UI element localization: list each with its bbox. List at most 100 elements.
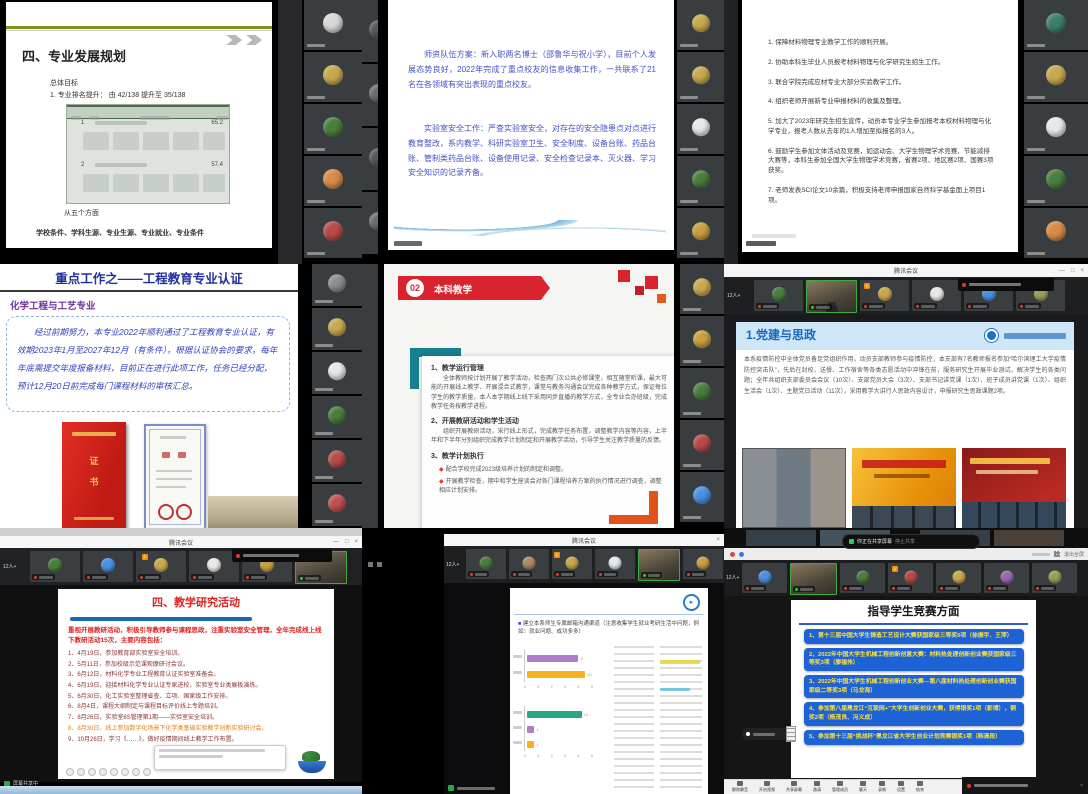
participants-badge[interactable]: 12人+ — [727, 292, 740, 299]
video-thumbnail[interactable] — [742, 563, 787, 593]
stop-share-button[interactable]: 停止共享 — [895, 538, 915, 545]
close-button[interactable]: × — [354, 539, 358, 545]
participant-tile[interactable] — [312, 264, 362, 306]
popup-close-icon[interactable]: × — [1080, 783, 1083, 789]
toolbar-button[interactable]: 聊天 — [859, 781, 867, 793]
summary-item: 4. 组织老师开展新专业申报材料的收集及整理。 — [768, 97, 994, 107]
annotation-tool[interactable] — [66, 768, 74, 776]
taskbar[interactable] — [0, 786, 362, 794]
toolbar-button[interactable]: 解除静音 — [732, 781, 748, 793]
link-tooltip[interactable] — [154, 745, 286, 770]
toolbar-button[interactable]: 管理成员 — [832, 781, 848, 793]
video-thumbnail[interactable] — [840, 563, 885, 593]
participant-tile[interactable] — [677, 156, 724, 206]
annotation-tool[interactable] — [143, 768, 151, 776]
video-thumbnail[interactable] — [683, 549, 723, 579]
participant-tile[interactable] — [680, 316, 724, 366]
notification-popup[interactable]: × — [962, 777, 1088, 794]
annotation-toolbar[interactable] — [66, 768, 151, 776]
participants-badge[interactable]: 12人+ — [3, 563, 16, 570]
participant-tile[interactable] — [677, 0, 724, 50]
minimize-button[interactable]: — — [333, 539, 339, 545]
close-button[interactable]: × — [1080, 268, 1084, 274]
video-thumbnail[interactable] — [984, 563, 1029, 593]
traffic-light-minimize[interactable] — [739, 552, 744, 557]
participant-tile[interactable] — [312, 484, 362, 526]
annotation-tool[interactable] — [132, 768, 140, 776]
participant-tile[interactable] — [1024, 156, 1088, 206]
participant-tile[interactable] — [304, 52, 362, 102]
video-thumbnail[interactable] — [83, 551, 133, 582]
participants-badge[interactable]: 12人+ — [446, 561, 459, 568]
grid-view-icon[interactable] — [1054, 551, 1060, 557]
video-thumbnail[interactable] — [1032, 563, 1077, 593]
toolbar-button[interactable]: 录制 — [878, 781, 886, 793]
video-thumbnail[interactable] — [30, 551, 80, 582]
toolbar-icon — [737, 781, 743, 786]
participant-tile[interactable] — [1024, 0, 1088, 50]
annotation-tool[interactable] — [121, 768, 129, 776]
participant-tile[interactable] — [1024, 104, 1088, 154]
table-row: 1 65.2 — [67, 118, 229, 160]
video-thumbnail[interactable] — [936, 563, 981, 593]
participant-tile[interactable] — [304, 104, 362, 154]
video-thumbnail[interactable] — [754, 280, 803, 311]
video-thumbnail[interactable] — [912, 280, 961, 311]
toolbar-button[interactable]: 设置 — [897, 781, 905, 793]
toolbar-button[interactable]: 开启视频 — [759, 781, 775, 793]
thumbnail-row: 12人+ ✋ — [724, 560, 1088, 596]
participant-tile[interactable] — [312, 396, 362, 438]
maximize-button[interactable]: □ — [345, 539, 349, 545]
maximize-button[interactable]: □ — [1071, 268, 1075, 274]
video-thumbnail[interactable] — [595, 549, 635, 579]
participant-tile[interactable] — [677, 52, 724, 102]
annotation-tool[interactable] — [88, 768, 96, 776]
participant-tile[interactable] — [312, 440, 362, 482]
video-thumbnail[interactable] — [509, 549, 549, 579]
close-button[interactable]: × — [716, 537, 720, 543]
host-popup[interactable] — [958, 278, 1054, 291]
video-thumbnail[interactable] — [790, 563, 837, 595]
participant-name — [680, 252, 698, 255]
toolbar-button[interactable]: 结束 — [916, 781, 924, 793]
host-popup[interactable] — [232, 549, 332, 562]
annotation-tool[interactable] — [77, 768, 85, 776]
toolbar-button[interactable]: 邀请 — [813, 781, 821, 793]
tick-label: 2 — [551, 684, 553, 689]
participant-tile[interactable] — [362, 0, 378, 62]
participant-tile[interactable] — [304, 156, 362, 206]
window-titlebar[interactable]: 腾讯会议 — □ × — [724, 264, 1088, 278]
annotation-tool[interactable] — [110, 768, 118, 776]
video-thumbnail[interactable] — [806, 280, 857, 313]
participant-tile[interactable] — [362, 128, 378, 190]
video-thumbnail[interactable] — [466, 549, 506, 579]
participant-tile[interactable] — [312, 352, 362, 394]
participant-tile[interactable] — [680, 368, 724, 418]
mic-status-pill[interactable] — [742, 728, 792, 740]
participant-tile[interactable] — [312, 308, 362, 350]
participant-tile[interactable] — [680, 472, 724, 522]
bar-row: 10 — [524, 706, 610, 721]
participant-tile[interactable] — [304, 0, 362, 50]
participant-tile[interactable] — [680, 264, 724, 314]
tick-label: 2 — [551, 753, 553, 758]
video-thumbnail[interactable] — [638, 549, 680, 581]
participant-tile[interactable] — [362, 192, 378, 254]
page-panel-badge[interactable] — [786, 726, 796, 742]
participant-tile[interactable] — [1024, 52, 1088, 102]
participant-name — [307, 96, 325, 99]
traffic-light-close[interactable] — [730, 552, 735, 557]
participant-tile[interactable] — [304, 208, 362, 258]
toolbar-button[interactable]: 共享屏幕 — [786, 781, 802, 793]
participant-tile[interactable] — [677, 208, 724, 258]
exit-fullscreen-button[interactable]: 退出全屏 — [1064, 551, 1084, 558]
next-page-icon[interactable]: ▸ — [683, 594, 700, 611]
participants-badge[interactable]: 12人+ — [726, 574, 739, 581]
participant-tile[interactable] — [680, 420, 724, 470]
annotation-tool[interactable] — [99, 768, 107, 776]
participant-tile[interactable] — [1024, 208, 1088, 258]
participant-tile[interactable] — [362, 64, 378, 126]
minimize-button[interactable]: — — [1059, 268, 1065, 274]
share-pill[interactable]: 你正在共享屏幕 停止共享 — [842, 534, 980, 549]
participant-tile[interactable] — [677, 104, 724, 154]
